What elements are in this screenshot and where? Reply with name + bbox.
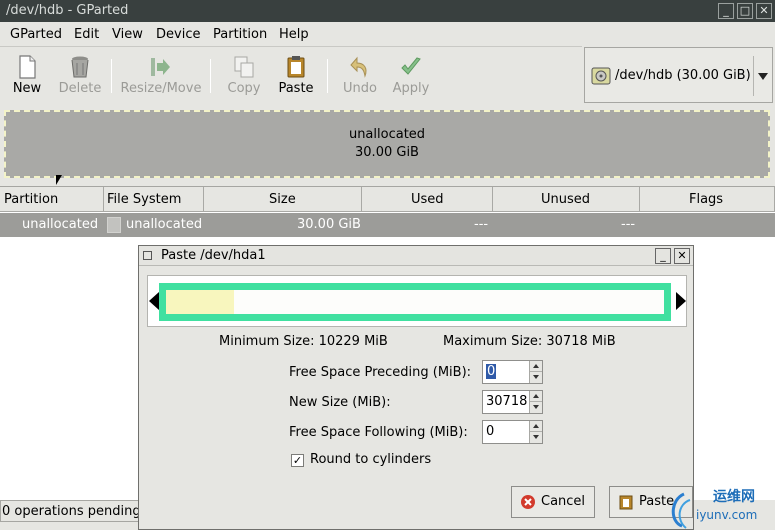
round-to-cylinders-checkbox[interactable]: ✓ (291, 454, 304, 467)
menu-partition[interactable]: Partition (213, 27, 267, 42)
resize-move-button[interactable]: Resize/Move (118, 47, 204, 103)
dialog-titlebar: Paste /dev/hda1 _ ✕ (139, 246, 693, 266)
dialog-close-button[interactable]: ✕ (674, 248, 690, 264)
resize-move-icon (151, 58, 170, 76)
cell-size: 30.00 GiB (297, 217, 361, 232)
disk-map-size: 30.00 GiB (355, 145, 419, 160)
spin-up-icon[interactable] (533, 394, 539, 398)
copy-button[interactable]: Copy (222, 47, 266, 103)
watermark-url: iyunv.com (696, 508, 758, 522)
spin-down-icon[interactable] (533, 435, 539, 439)
disk-map-unallocated[interactable]: unallocated 30.00 GiB (4, 110, 770, 178)
chevron-down-icon[interactable] (758, 73, 768, 80)
delete-button[interactable]: Delete (54, 47, 106, 103)
partition-resizer[interactable] (147, 275, 687, 327)
column-header-used[interactable]: Used (362, 187, 493, 212)
free-space-preceding-value[interactable]: 0 (486, 364, 497, 379)
partition-frame[interactable] (159, 283, 671, 321)
spin-up-icon[interactable] (533, 364, 539, 368)
new-size-label: New Size (MiB): (289, 395, 391, 410)
cell-unused: --- (621, 217, 636, 232)
menu-help[interactable]: Help (279, 27, 309, 42)
filesystem-color-swatch (107, 217, 121, 233)
paste-dialog: Paste /dev/hda1 _ ✕ Minimum Size: 10229 … (138, 245, 694, 530)
harddisk-icon (591, 67, 611, 85)
cancel-button[interactable]: Cancel (511, 486, 595, 518)
device-selector-separator (753, 56, 754, 96)
device-label: /dev/hdb (30.00 GiB) (615, 68, 751, 83)
trash-icon (71, 56, 89, 78)
menu-device[interactable]: Device (156, 27, 200, 42)
column-header-flags[interactable]: Flags (640, 187, 775, 212)
used-space-fill (166, 290, 234, 314)
cell-partition: unallocated (22, 217, 99, 232)
disk-map-name: unallocated (348, 127, 426, 142)
undo-icon (350, 56, 367, 78)
watermark-text: 运维网 (713, 489, 755, 505)
round-to-cylinders-label[interactable]: Round to cylinders (310, 452, 431, 467)
spinner-divider (530, 431, 542, 432)
paste-button[interactable]: Paste (274, 47, 318, 103)
menu-gparted[interactable]: GParted (10, 27, 62, 42)
toolbar: New Delete Resize/Move Copy Paste Undo A… (0, 46, 582, 102)
toolbar-separator (210, 59, 211, 93)
column-header-size[interactable]: Size (204, 187, 362, 212)
spin-down-icon[interactable] (533, 405, 539, 409)
toolbar-separator (327, 59, 328, 93)
new-size-spinner[interactable]: 30718 (482, 390, 543, 414)
device-selector[interactable]: /dev/hdb (30.00 GiB) (584, 47, 773, 103)
copy-icon (234, 56, 254, 78)
column-header-partition[interactable]: Partition (0, 187, 104, 212)
spinner-buttons[interactable] (529, 361, 542, 383)
minimize-button[interactable]: _ (718, 3, 734, 19)
apply-button[interactable]: Apply (388, 47, 434, 103)
free-space-following-spinner[interactable]: 0 (482, 420, 543, 444)
window-title: /dev/hdb - GParted (6, 3, 129, 18)
spin-up-icon[interactable] (533, 424, 539, 428)
spinner-buttons[interactable] (529, 421, 542, 443)
spin-down-icon[interactable] (533, 375, 539, 379)
mouse-pointer-icon (56, 175, 62, 185)
column-header-file-system[interactable]: File System (104, 187, 204, 212)
menu-view[interactable]: View (112, 27, 143, 42)
free-space-following-label: Free Space Following (MiB): (289, 425, 468, 440)
maximize-button[interactable]: □ (737, 3, 753, 19)
spinner-buttons[interactable] (529, 391, 542, 413)
undo-button[interactable]: Undo (338, 47, 382, 103)
spinner-divider (530, 401, 542, 402)
maximum-size-label: Maximum Size: 30718 MiB (443, 334, 616, 349)
status-bar: 0 operations pending (0, 500, 141, 522)
cancel-icon (521, 495, 535, 509)
new-button[interactable]: New (4, 47, 50, 103)
window-menu-icon[interactable] (143, 251, 152, 260)
toolbar-separator (111, 59, 112, 93)
menu-bar: GParted Edit View Device Partition Help (0, 22, 775, 46)
clipboard-icon (619, 495, 633, 510)
free-space-following-value[interactable]: 0 (486, 424, 494, 439)
dialog-title: Paste /dev/hda1 (161, 248, 266, 263)
cell-used: --- (474, 217, 489, 232)
new-size-value[interactable]: 30718 (486, 394, 527, 409)
resize-right-arrow-icon[interactable] (676, 292, 686, 310)
free-space-preceding-spinner[interactable]: 0 (482, 360, 543, 384)
status-text: 0 operations pending (2, 504, 141, 519)
table-row[interactable]: unallocated unallocated 30.00 GiB --- --… (0, 213, 775, 237)
new-document-icon (19, 55, 36, 79)
resize-left-arrow-icon[interactable] (149, 292, 159, 310)
checkmark-icon (401, 57, 421, 75)
window-titlebar: /dev/hdb - GParted _ □ ✕ (0, 0, 775, 22)
dialog-minimize-button[interactable]: _ (655, 248, 671, 264)
cancel-label: Cancel (541, 494, 586, 509)
column-header-unused[interactable]: Unused (493, 187, 640, 212)
cell-file-system: unallocated (126, 217, 203, 232)
close-button[interactable]: ✕ (756, 3, 772, 19)
minimum-size-label: Minimum Size: 10229 MiB (219, 334, 388, 349)
spinner-divider (530, 371, 542, 372)
menu-edit[interactable]: Edit (74, 27, 99, 42)
clipboard-icon (287, 56, 305, 78)
free-space-preceding-label: Free Space Preceding (MiB): (289, 365, 472, 380)
